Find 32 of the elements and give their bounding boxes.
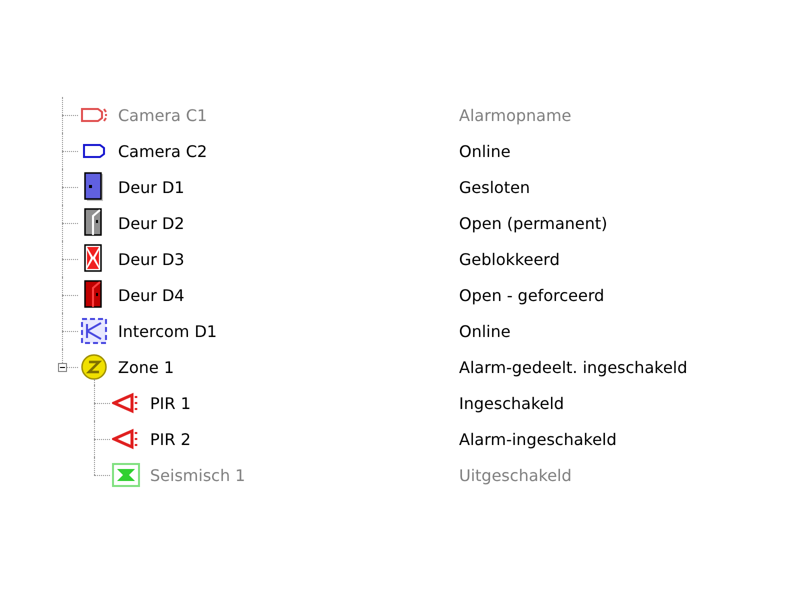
door-icon xyxy=(84,172,104,202)
tree-item[interactable]: Deur D3 xyxy=(118,250,184,268)
status-text: Alarmopname xyxy=(459,106,572,124)
status-text: Alarm-ingeschakeld xyxy=(459,430,617,448)
open-door-icon xyxy=(84,208,104,238)
status-text: Ingeschakeld xyxy=(459,394,564,412)
seismic-sensor-icon xyxy=(112,463,140,487)
camera-icon xyxy=(82,142,106,160)
zone-icon xyxy=(81,354,107,380)
sensor-icon xyxy=(112,392,140,414)
status-text: Open (permanent) xyxy=(459,214,608,232)
tree-item[interactable]: PIR 2 xyxy=(150,430,191,448)
status-text: Online xyxy=(459,142,511,160)
sensor-icon xyxy=(112,428,140,450)
status-text: Gesloten xyxy=(459,178,530,196)
status-text: Geblokkeerd xyxy=(459,250,560,268)
status-text: Alarm-gedeelt. ingeschakeld xyxy=(459,358,688,376)
status-text: Uitgeschakeld xyxy=(459,466,572,484)
camera-icon xyxy=(80,106,108,124)
status-text: Online xyxy=(459,322,511,340)
status-text: Open - geforceerd xyxy=(459,286,604,304)
tree-item[interactable]: Zone 1 xyxy=(118,358,174,376)
tree-item[interactable]: Intercom D1 xyxy=(118,322,217,340)
tree-item[interactable]: Deur D4 xyxy=(118,286,184,304)
tree-item[interactable]: Camera C2 xyxy=(118,142,208,160)
blocked-door-icon xyxy=(84,244,104,274)
tree-item[interactable]: Deur D1 xyxy=(118,178,184,196)
intercom-icon xyxy=(80,317,108,345)
tree-item[interactable]: Deur D2 xyxy=(118,214,184,232)
tree-item[interactable]: PIR 1 xyxy=(150,394,191,412)
forced-door-icon xyxy=(84,280,104,310)
collapse-icon[interactable] xyxy=(58,363,67,372)
